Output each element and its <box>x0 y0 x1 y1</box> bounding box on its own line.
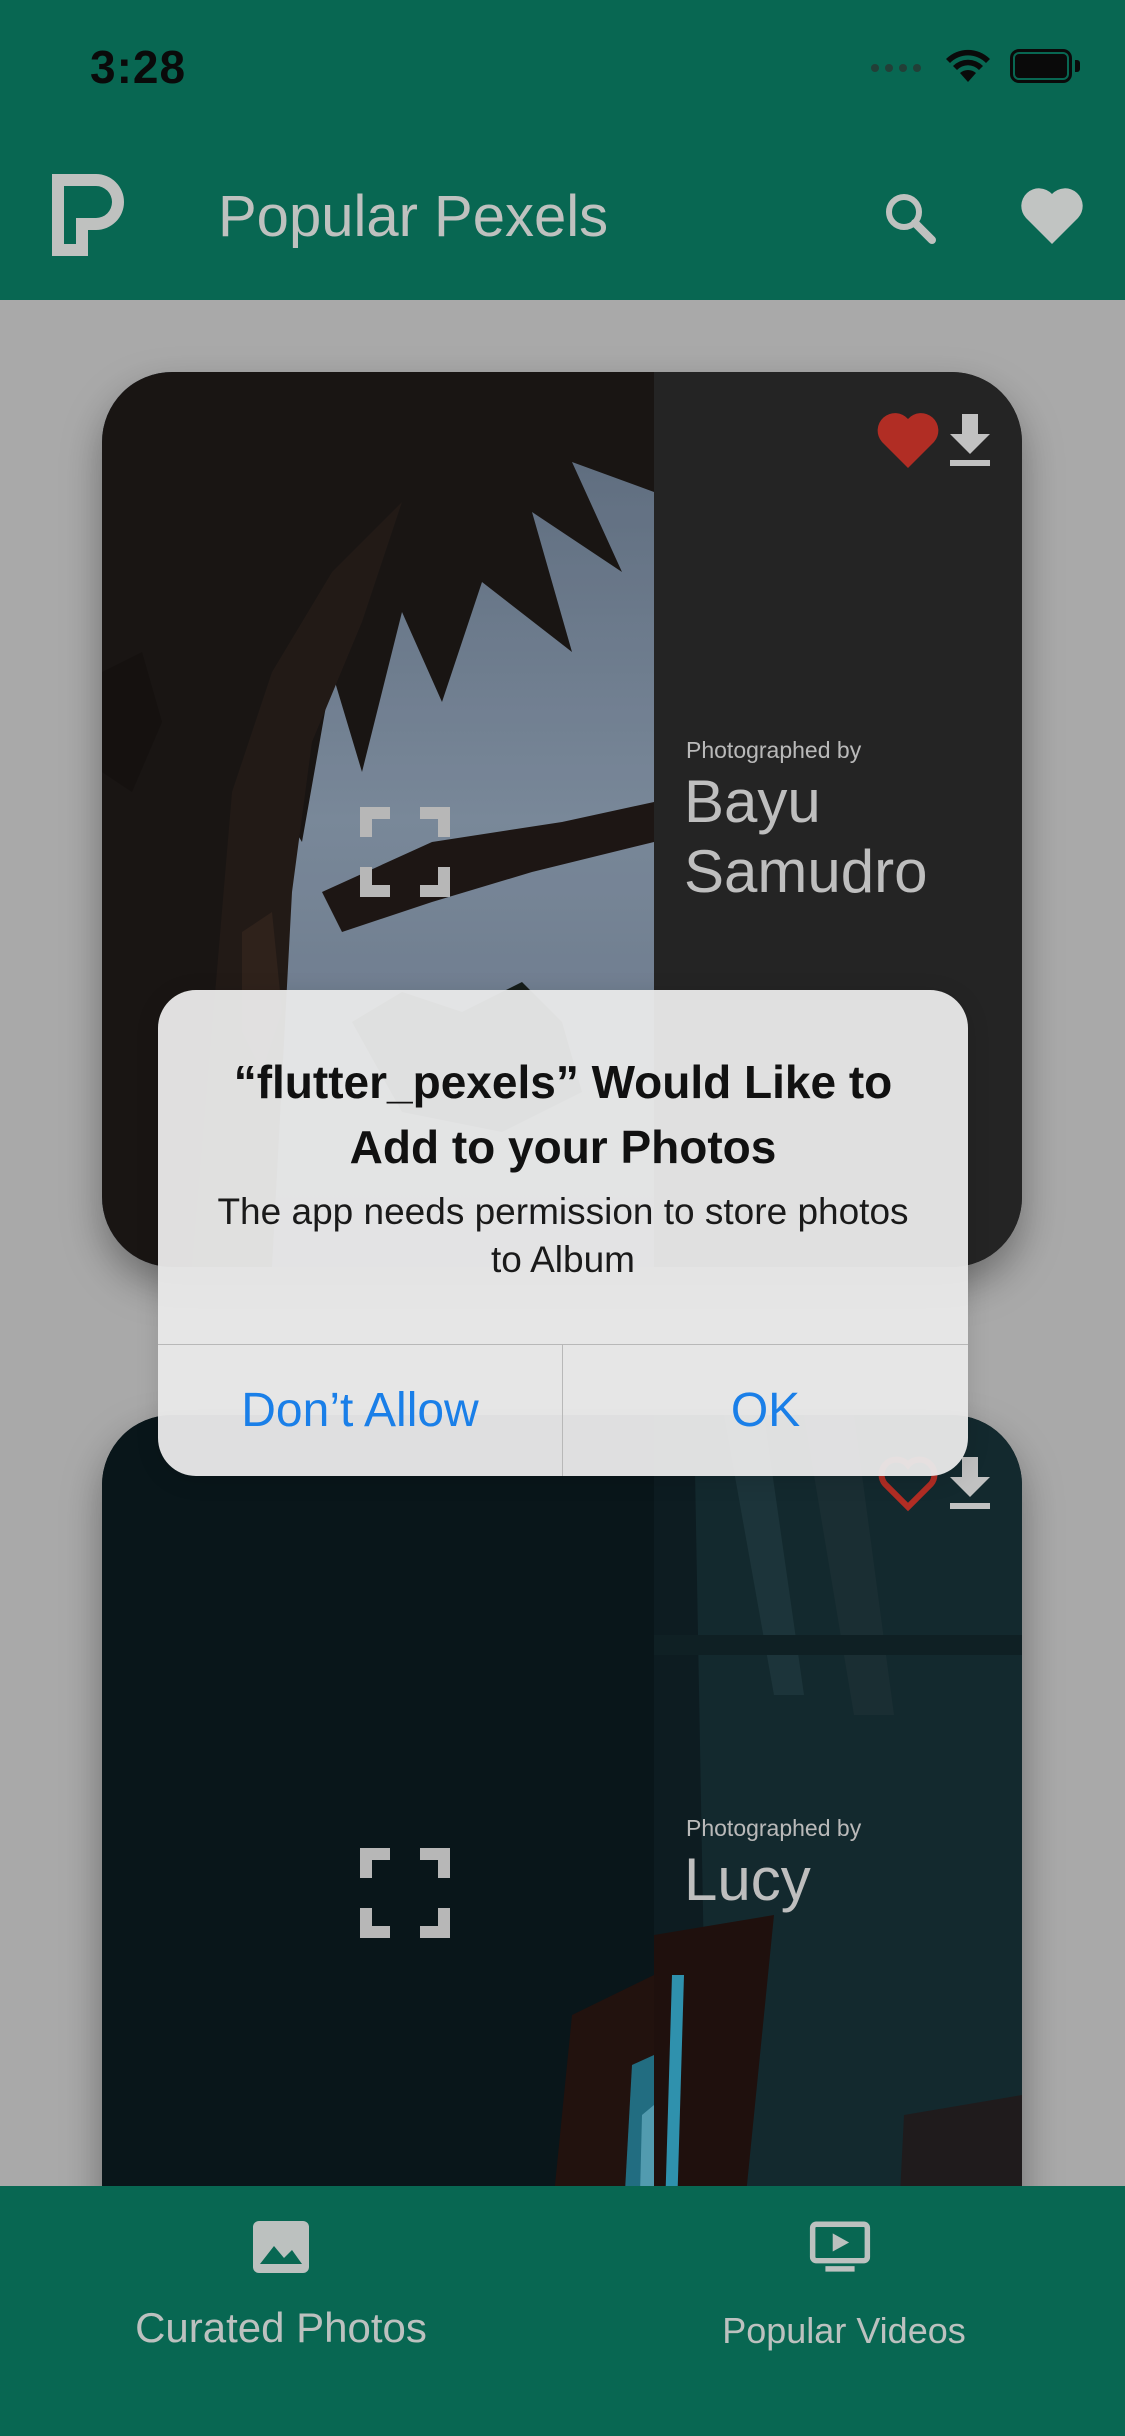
photographer-name: Bayu Samudro <box>684 768 928 905</box>
photographed-by-label: Photographed by <box>686 737 862 763</box>
battery-icon <box>1010 49 1080 83</box>
image-icon <box>253 2221 309 2273</box>
alert-title: “flutter_pexels” Would Like to Add to yo… <box>233 1056 893 1173</box>
video-icon <box>809 2221 871 2272</box>
nav-label: Popular Videos <box>722 2310 966 2351</box>
page-title: Popular Pexels <box>218 184 609 249</box>
favorite-heart-icon[interactable] <box>876 412 940 470</box>
bottom-navigation: Curated Photos Popular Videos <box>0 2186 1125 2436</box>
expand-icon[interactable] <box>360 1848 450 1938</box>
alert-message: The app needs permission to store photos… <box>217 1191 909 1280</box>
status-time: 3:28 <box>90 41 187 93</box>
nav-item-popular-videos[interactable]: Popular Videos <box>563 2186 1125 2436</box>
app-header: 3:28 Popular Pexels <box>0 0 1125 300</box>
heart-icon[interactable] <box>1020 186 1084 246</box>
search-icon[interactable] <box>880 188 940 248</box>
dont-allow-button[interactable]: Don’t Allow <box>158 1345 562 1476</box>
wifi-icon <box>946 49 990 82</box>
nav-label: Curated Photos <box>135 2304 427 2351</box>
expand-icon[interactable] <box>360 807 450 897</box>
download-icon[interactable] <box>946 412 994 468</box>
nav-item-curated-photos[interactable]: Curated Photos <box>0 2186 562 2436</box>
photographer-name: Lucy <box>684 1846 811 1913</box>
ok-button[interactable]: OK <box>563 1345 968 1476</box>
signal-icon <box>871 64 921 72</box>
app-screen: 3:28 Popular Pexels Photographed by Bayu… <box>0 0 1125 2436</box>
permission-alert: “flutter_pexels” Would Like to Add to yo… <box>158 990 968 1476</box>
status-icons <box>870 48 1080 84</box>
pexels-logo-icon <box>52 174 124 256</box>
photographed-by-label: Photographed by <box>686 1815 862 1841</box>
